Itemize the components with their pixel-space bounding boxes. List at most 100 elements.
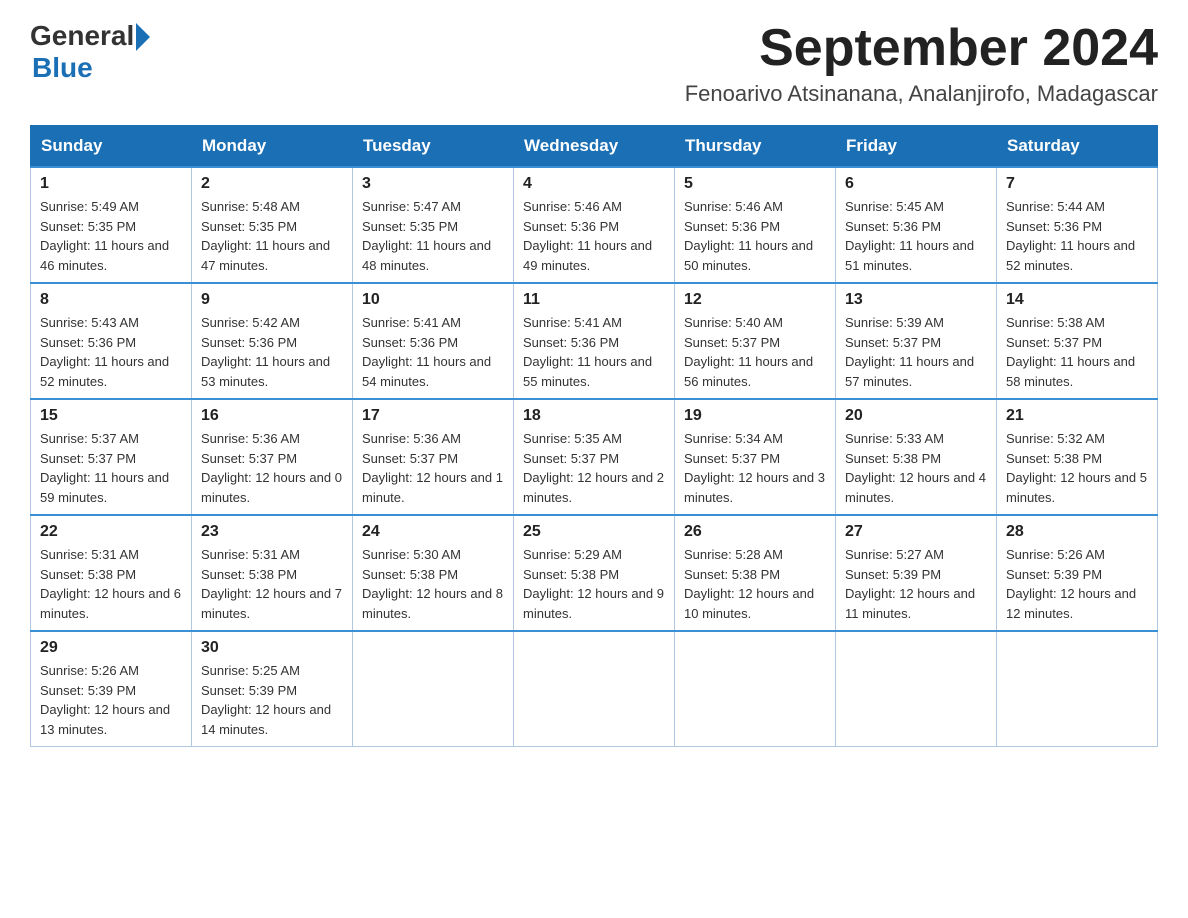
table-row: 19 Sunrise: 5:34 AM Sunset: 5:37 PM Dayl… (675, 399, 836, 515)
day-info: Sunrise: 5:33 AM Sunset: 5:38 PM Dayligh… (845, 429, 987, 507)
header-tuesday: Tuesday (353, 126, 514, 168)
day-number: 8 (40, 291, 182, 309)
table-row: 26 Sunrise: 5:28 AM Sunset: 5:38 PM Dayl… (675, 515, 836, 631)
day-info: Sunrise: 5:31 AM Sunset: 5:38 PM Dayligh… (40, 545, 182, 623)
day-info: Sunrise: 5:41 AM Sunset: 5:36 PM Dayligh… (523, 313, 665, 391)
day-info: Sunrise: 5:43 AM Sunset: 5:36 PM Dayligh… (40, 313, 182, 391)
day-number: 22 (40, 523, 182, 541)
table-row: 4 Sunrise: 5:46 AM Sunset: 5:36 PM Dayli… (514, 167, 675, 283)
day-number: 19 (684, 407, 826, 425)
table-row: 20 Sunrise: 5:33 AM Sunset: 5:38 PM Dayl… (836, 399, 997, 515)
day-number: 24 (362, 523, 504, 541)
table-row: 9 Sunrise: 5:42 AM Sunset: 5:36 PM Dayli… (192, 283, 353, 399)
header-saturday: Saturday (997, 126, 1158, 168)
table-row: 17 Sunrise: 5:36 AM Sunset: 5:37 PM Dayl… (353, 399, 514, 515)
header-thursday: Thursday (675, 126, 836, 168)
day-info: Sunrise: 5:26 AM Sunset: 5:39 PM Dayligh… (1006, 545, 1148, 623)
day-number: 28 (1006, 523, 1148, 541)
day-number: 17 (362, 407, 504, 425)
day-info: Sunrise: 5:44 AM Sunset: 5:36 PM Dayligh… (1006, 197, 1148, 275)
day-number: 18 (523, 407, 665, 425)
table-row: 8 Sunrise: 5:43 AM Sunset: 5:36 PM Dayli… (31, 283, 192, 399)
calendar-week-row: 29 Sunrise: 5:26 AM Sunset: 5:39 PM Dayl… (31, 631, 1158, 747)
day-info: Sunrise: 5:31 AM Sunset: 5:38 PM Dayligh… (201, 545, 343, 623)
table-row: 15 Sunrise: 5:37 AM Sunset: 5:37 PM Dayl… (31, 399, 192, 515)
table-row: 12 Sunrise: 5:40 AM Sunset: 5:37 PM Dayl… (675, 283, 836, 399)
header-monday: Monday (192, 126, 353, 168)
location-title: Fenoarivo Atsinanana, Analanjirofo, Mada… (685, 81, 1158, 107)
day-info: Sunrise: 5:39 AM Sunset: 5:37 PM Dayligh… (845, 313, 987, 391)
day-number: 1 (40, 175, 182, 193)
calendar-header-row: Sunday Monday Tuesday Wednesday Thursday… (31, 126, 1158, 168)
day-info: Sunrise: 5:46 AM Sunset: 5:36 PM Dayligh… (523, 197, 665, 275)
table-row: 22 Sunrise: 5:31 AM Sunset: 5:38 PM Dayl… (31, 515, 192, 631)
day-info: Sunrise: 5:38 AM Sunset: 5:37 PM Dayligh… (1006, 313, 1148, 391)
table-row (675, 631, 836, 747)
day-info: Sunrise: 5:41 AM Sunset: 5:36 PM Dayligh… (362, 313, 504, 391)
day-info: Sunrise: 5:29 AM Sunset: 5:38 PM Dayligh… (523, 545, 665, 623)
day-number: 26 (684, 523, 826, 541)
table-row: 30 Sunrise: 5:25 AM Sunset: 5:39 PM Dayl… (192, 631, 353, 747)
day-info: Sunrise: 5:49 AM Sunset: 5:35 PM Dayligh… (40, 197, 182, 275)
day-info: Sunrise: 5:27 AM Sunset: 5:39 PM Dayligh… (845, 545, 987, 623)
day-number: 21 (1006, 407, 1148, 425)
day-number: 13 (845, 291, 987, 309)
table-row: 13 Sunrise: 5:39 AM Sunset: 5:37 PM Dayl… (836, 283, 997, 399)
day-info: Sunrise: 5:46 AM Sunset: 5:36 PM Dayligh… (684, 197, 826, 275)
day-number: 14 (1006, 291, 1148, 309)
day-info: Sunrise: 5:36 AM Sunset: 5:37 PM Dayligh… (362, 429, 504, 507)
day-number: 9 (201, 291, 343, 309)
table-row: 21 Sunrise: 5:32 AM Sunset: 5:38 PM Dayl… (997, 399, 1158, 515)
header-friday: Friday (836, 126, 997, 168)
calendar-week-row: 15 Sunrise: 5:37 AM Sunset: 5:37 PM Dayl… (31, 399, 1158, 515)
table-row: 2 Sunrise: 5:48 AM Sunset: 5:35 PM Dayli… (192, 167, 353, 283)
day-info: Sunrise: 5:26 AM Sunset: 5:39 PM Dayligh… (40, 661, 182, 739)
day-number: 4 (523, 175, 665, 193)
day-info: Sunrise: 5:40 AM Sunset: 5:37 PM Dayligh… (684, 313, 826, 391)
page-header: General Blue September 2024 Fenoarivo At… (30, 20, 1158, 107)
day-info: Sunrise: 5:34 AM Sunset: 5:37 PM Dayligh… (684, 429, 826, 507)
logo-arrow-icon (136, 23, 150, 51)
day-number: 12 (684, 291, 826, 309)
day-number: 3 (362, 175, 504, 193)
day-info: Sunrise: 5:32 AM Sunset: 5:38 PM Dayligh… (1006, 429, 1148, 507)
day-number: 16 (201, 407, 343, 425)
title-section: September 2024 Fenoarivo Atsinanana, Ana… (685, 20, 1158, 107)
table-row (997, 631, 1158, 747)
table-row: 5 Sunrise: 5:46 AM Sunset: 5:36 PM Dayli… (675, 167, 836, 283)
calendar-table: Sunday Monday Tuesday Wednesday Thursday… (30, 125, 1158, 747)
day-info: Sunrise: 5:35 AM Sunset: 5:37 PM Dayligh… (523, 429, 665, 507)
table-row (353, 631, 514, 747)
table-row: 1 Sunrise: 5:49 AM Sunset: 5:35 PM Dayli… (31, 167, 192, 283)
day-number: 2 (201, 175, 343, 193)
calendar-week-row: 8 Sunrise: 5:43 AM Sunset: 5:36 PM Dayli… (31, 283, 1158, 399)
day-info: Sunrise: 5:45 AM Sunset: 5:36 PM Dayligh… (845, 197, 987, 275)
day-number: 20 (845, 407, 987, 425)
header-sunday: Sunday (31, 126, 192, 168)
table-row (836, 631, 997, 747)
table-row: 28 Sunrise: 5:26 AM Sunset: 5:39 PM Dayl… (997, 515, 1158, 631)
day-info: Sunrise: 5:36 AM Sunset: 5:37 PM Dayligh… (201, 429, 343, 507)
day-info: Sunrise: 5:47 AM Sunset: 5:35 PM Dayligh… (362, 197, 504, 275)
table-row: 11 Sunrise: 5:41 AM Sunset: 5:36 PM Dayl… (514, 283, 675, 399)
day-number: 15 (40, 407, 182, 425)
header-wednesday: Wednesday (514, 126, 675, 168)
day-info: Sunrise: 5:25 AM Sunset: 5:39 PM Dayligh… (201, 661, 343, 739)
logo: General Blue (30, 20, 150, 84)
table-row: 3 Sunrise: 5:47 AM Sunset: 5:35 PM Dayli… (353, 167, 514, 283)
day-info: Sunrise: 5:48 AM Sunset: 5:35 PM Dayligh… (201, 197, 343, 275)
day-info: Sunrise: 5:37 AM Sunset: 5:37 PM Dayligh… (40, 429, 182, 507)
day-info: Sunrise: 5:30 AM Sunset: 5:38 PM Dayligh… (362, 545, 504, 623)
logo-general-text: General (30, 20, 134, 52)
table-row: 25 Sunrise: 5:29 AM Sunset: 5:38 PM Dayl… (514, 515, 675, 631)
day-number: 5 (684, 175, 826, 193)
table-row: 27 Sunrise: 5:27 AM Sunset: 5:39 PM Dayl… (836, 515, 997, 631)
day-number: 7 (1006, 175, 1148, 193)
table-row: 24 Sunrise: 5:30 AM Sunset: 5:38 PM Dayl… (353, 515, 514, 631)
month-title: September 2024 (685, 20, 1158, 77)
table-row: 16 Sunrise: 5:36 AM Sunset: 5:37 PM Dayl… (192, 399, 353, 515)
logo-blue-text: Blue (32, 52, 93, 84)
table-row: 14 Sunrise: 5:38 AM Sunset: 5:37 PM Dayl… (997, 283, 1158, 399)
table-row: 6 Sunrise: 5:45 AM Sunset: 5:36 PM Dayli… (836, 167, 997, 283)
calendar-week-row: 22 Sunrise: 5:31 AM Sunset: 5:38 PM Dayl… (31, 515, 1158, 631)
